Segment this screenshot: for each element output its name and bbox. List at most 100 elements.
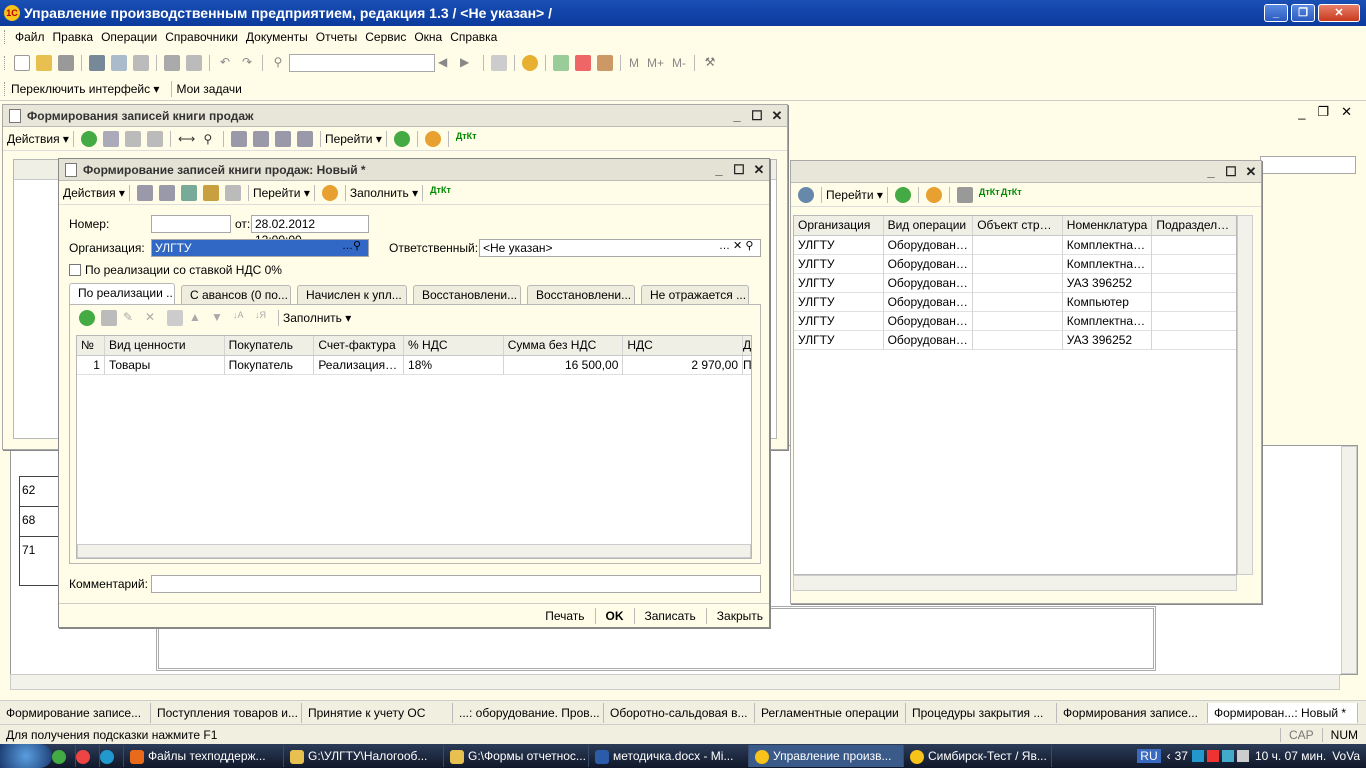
sort-asc-icon[interactable]: ↓A <box>233 310 249 326</box>
find-next-icon[interactable]: ▶ <box>460 55 476 71</box>
print-button[interactable]: Печать <box>539 609 590 623</box>
dt-kt-icon[interactable]: ДтКт <box>430 185 451 201</box>
add-icon[interactable] <box>80 130 97 147</box>
copy-row-icon[interactable] <box>101 310 117 326</box>
save-button[interactable]: Записать <box>639 609 702 623</box>
ok-button[interactable]: OK <box>600 609 630 623</box>
form-maximize-icon[interactable]: ☐ <box>729 162 749 178</box>
task-tab-1[interactable]: Формирование записе... <box>0 702 151 723</box>
date-input[interactable]: 28.02.2012 12:00:00 <box>251 215 369 247</box>
list-actions-button[interactable]: Действия ▾ <box>7 132 69 146</box>
windows-icon[interactable] <box>491 54 507 71</box>
journal-goto-button[interactable]: Перейти ▾ <box>826 188 883 202</box>
minimize-button[interactable]: _ <box>1264 4 1288 22</box>
col-number[interactable]: № <box>77 336 105 355</box>
task-tab-7[interactable]: Процедуры закрытия ... <box>906 702 1057 723</box>
journal-vscroll[interactable] <box>1237 215 1253 575</box>
copy-icon[interactable] <box>102 130 119 147</box>
mdi-restore-icon[interactable]: ❐ <box>1317 104 1329 120</box>
switch-interface-button[interactable]: Переключить интерфейс ▾ <box>11 82 159 96</box>
menu-operations[interactable]: Операции <box>101 30 157 44</box>
close-form-button[interactable]: Закрыть <box>711 609 769 623</box>
calendar-icon[interactable] <box>575 54 591 71</box>
task-tab-2[interactable]: Поступления товаров и... <box>151 702 302 723</box>
table-row[interactable]: УЛГТУ Оборудование Комплектная ... <box>794 254 1236 274</box>
language-indicator[interactable]: RU <box>1137 749 1161 763</box>
menu-references[interactable]: Справочники <box>165 30 238 44</box>
menu-service[interactable]: Сервис <box>365 30 406 44</box>
sort-desc-icon[interactable]: ↓Я <box>255 310 271 326</box>
table-row[interactable]: 1 Товары Покупатель Реализация т... 18% 16 50… <box>77 355 751 375</box>
unpost-icon[interactable] <box>158 184 175 201</box>
filter-value-icon[interactable] <box>252 130 269 147</box>
clock[interactable]: 10 ч. 07 мин. <box>1255 749 1326 763</box>
move-down-icon[interactable]: ▼ <box>211 310 227 326</box>
number-input[interactable] <box>151 215 231 233</box>
refresh-icon[interactable] <box>393 130 410 147</box>
paste-icon[interactable] <box>133 54 149 71</box>
open-icon[interactable] <box>36 54 52 71</box>
preview-icon[interactable] <box>186 54 202 71</box>
os-task-firefox[interactable]: Файлы техподдерж... <box>124 745 284 767</box>
sales-hscroll[interactable] <box>77 544 751 558</box>
col-invoice[interactable]: Счет-фактура <box>314 336 405 355</box>
table-row[interactable]: УЛГТУ Оборудование Комплектная ... <box>794 235 1236 255</box>
tab-restored-2[interactable]: Восстановлени... <box>527 285 635 305</box>
col-value-type[interactable]: Вид ценности <box>105 336 225 355</box>
interval-icon[interactable]: ⟷ <box>178 131 195 147</box>
memory-minus-icon[interactable]: M- <box>672 56 686 70</box>
filter-off-icon[interactable] <box>296 130 313 147</box>
report-vscroll[interactable] <box>1341 446 1357 674</box>
menu-edit[interactable]: Правка <box>53 30 94 44</box>
end-edit-icon[interactable] <box>167 310 183 326</box>
mdi-minimize-icon[interactable]: _ <box>1298 105 1305 120</box>
copy-doc-icon[interactable] <box>798 186 814 203</box>
search-icon[interactable]: ⚲ <box>270 55 286 71</box>
col-vat[interactable]: НДС <box>623 336 744 355</box>
copy-icon[interactable] <box>111 54 127 71</box>
find-icon[interactable]: ⚲ <box>200 131 216 147</box>
table-row[interactable]: УЛГТУ Оборудование УАЗ 396252 <box>794 330 1236 350</box>
search-input[interactable] <box>289 53 435 72</box>
edit-icon[interactable] <box>124 130 141 147</box>
memory-plus-icon[interactable]: M+ <box>647 56 664 70</box>
os-task-browser[interactable]: Симбирск-Тест / Яв... <box>904 745 1052 767</box>
tab-accrued[interactable]: Начислен к упл... <box>297 285 407 305</box>
menu-reports[interactable]: Отчеты <box>316 30 357 44</box>
volume-icon[interactable] <box>1236 750 1249 762</box>
display-icon[interactable] <box>1221 750 1234 762</box>
movements-icon[interactable] <box>224 184 241 201</box>
journal-minimize-icon[interactable]: _ <box>1201 164 1221 180</box>
task-tab-6[interactable]: Регламентные операции <box>755 702 906 723</box>
col-nomenclature[interactable]: Номенклатура <box>1063 216 1153 235</box>
col-amount-without-vat[interactable]: Сумма без НДС <box>504 336 624 355</box>
task-tab-5[interactable]: Оборотно-сальдовая в... <box>604 702 755 723</box>
organization-select-icon[interactable]: …⚲ <box>342 239 361 252</box>
responsible-select-icon[interactable]: … ✕ ⚲ <box>719 239 753 252</box>
start-button[interactable] <box>0 744 52 768</box>
task-tab-8[interactable]: Формирования записе... <box>1057 702 1208 723</box>
form-goto-button[interactable]: Перейти ▾ <box>253 186 310 200</box>
comment-input[interactable] <box>151 575 761 593</box>
edit-row-icon[interactable]: ✎ <box>123 310 139 326</box>
os-task-word[interactable]: методичка.docx - Mi... <box>589 745 749 767</box>
mdi-hscroll[interactable] <box>10 674 1340 690</box>
filter-list-icon[interactable] <box>274 130 291 147</box>
tab-sales[interactable]: По реализации ... <box>69 283 175 305</box>
help-icon[interactable] <box>424 130 441 147</box>
list-goto-button[interactable]: Перейти ▾ <box>325 132 382 146</box>
maximize-button[interactable]: ❐ <box>1291 4 1315 22</box>
post-icon[interactable] <box>136 184 153 201</box>
task-tab-3[interactable]: Принятие к учету ОС <box>302 702 453 723</box>
add-row-icon[interactable] <box>79 310 95 326</box>
menu-file[interactable]: Файл <box>15 30 45 44</box>
mdi-close-icon[interactable]: ✕ <box>1341 104 1352 120</box>
users-icon[interactable] <box>597 54 613 71</box>
refresh-icon[interactable] <box>894 186 911 203</box>
help-icon[interactable] <box>321 184 338 201</box>
network-icon[interactable] <box>1191 750 1204 762</box>
tab-not-reflected[interactable]: Не отражается ... <box>641 285 749 305</box>
skype-icon[interactable] <box>100 745 124 767</box>
torrent-icon[interactable] <box>52 745 76 767</box>
journal-close-icon[interactable]: ✕ <box>1241 164 1261 180</box>
